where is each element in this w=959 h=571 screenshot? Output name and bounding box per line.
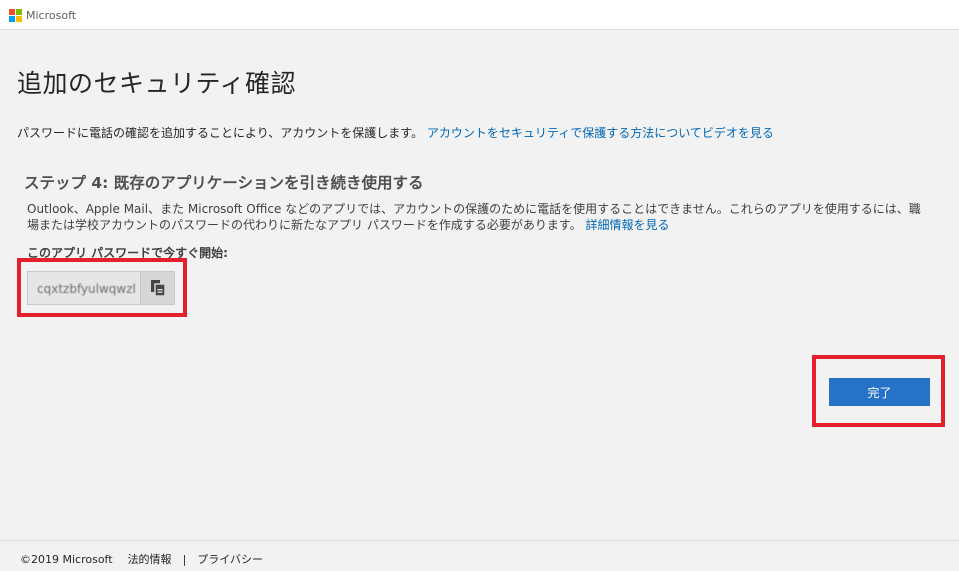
step-description: Outlook、Apple Mail、また Microsoft Office な… [27, 201, 932, 233]
footer-separator: | [182, 552, 187, 566]
page-title: 追加のセキュリティ確認 [17, 69, 297, 98]
step-title: ステップ 4: 既存のアプリケーションを引き続き使用する [24, 174, 424, 192]
logo-text: Microsoft [26, 9, 77, 22]
microsoft-logo: Microsoft [9, 9, 76, 22]
top-bar: Microsoft [0, 0, 959, 30]
step-description-body: Outlook、Apple Mail、また Microsoft Office な… [27, 202, 921, 232]
video-link[interactable]: アカウントをセキュリティで保護する方法についてビデオを見る [427, 126, 774, 140]
copyright-text: ©2019 Microsoft [20, 552, 113, 566]
intro-text-body: パスワードに電話の確認を追加することにより、アカウントを保護します。 [17, 126, 424, 140]
legal-link[interactable]: 法的情報 [128, 551, 172, 567]
microsoft-logo-icon [9, 9, 22, 22]
app-password-value: cqxtzbfyulwqwzl [37, 282, 136, 296]
privacy-link[interactable]: プライバシー [197, 551, 263, 567]
learn-more-link[interactable]: 詳細情報を見る [585, 218, 669, 232]
app-password-field[interactable]: cqxtzbfyulwqwzl [27, 271, 175, 305]
intro-text: パスワードに電話の確認を追加することにより、アカウントを保護します。 アカウント… [17, 124, 774, 141]
copy-button[interactable] [140, 272, 174, 304]
copy-icon [150, 280, 166, 297]
footer: ©2019 Microsoft 法的情報 | プライバシー [0, 540, 959, 571]
done-button[interactable]: 完了 [829, 378, 930, 406]
